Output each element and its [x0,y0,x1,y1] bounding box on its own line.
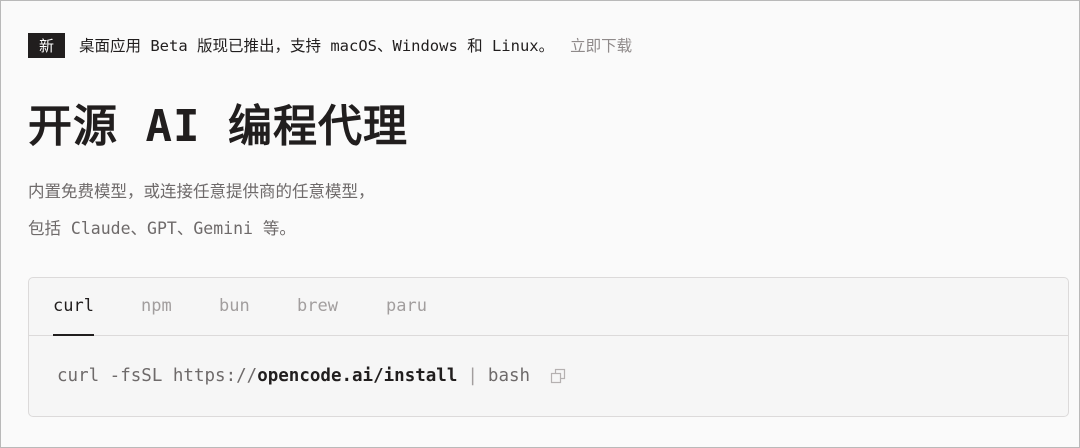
install-command-panel: curl npm bun brew paru curl -fsSL https:… [28,277,1069,417]
hero-subtitle: 内置免费模型，或连接任意提供商的任意模型， 包括 Claude、GPT、Gemi… [28,173,375,247]
command-pipe: | [467,366,478,386]
installer-tabs: curl npm bun brew paru [29,278,1068,336]
tab-brew[interactable]: brew [297,296,338,316]
subtitle-line-1: 内置免费模型，或连接任意提供商的任意模型， [28,182,375,201]
tab-bun[interactable]: bun [219,296,250,316]
download-now-link[interactable]: 立即下载 [570,34,632,56]
tab-paru[interactable]: paru [386,296,427,316]
command-url: opencode.ai/install [257,366,458,386]
announcement-text: 桌面应用 Beta 版现已推出，支持 macOS、Windows 和 Linux… [79,37,555,55]
new-badge: 新 [28,32,65,58]
command-suffix: bash [487,366,531,386]
announcement-bar: 新 桌面应用 Beta 版现已推出，支持 macOS、Windows 和 Lin… [28,32,632,58]
install-command: curl -fsSL https://opencode.ai/install | b… [57,366,566,386]
page-title: 开源 AI 编程代理 [28,101,408,152]
tab-npm[interactable]: npm [141,296,172,316]
copy-icon[interactable] [550,368,566,384]
command-prefix: curl -fsSL https:// [57,366,258,386]
tab-curl[interactable]: curl [53,296,94,336]
subtitle-line-2: 包括 Claude、GPT、Gemini 等。 [28,219,296,238]
copy-icon-glyph [550,368,566,384]
